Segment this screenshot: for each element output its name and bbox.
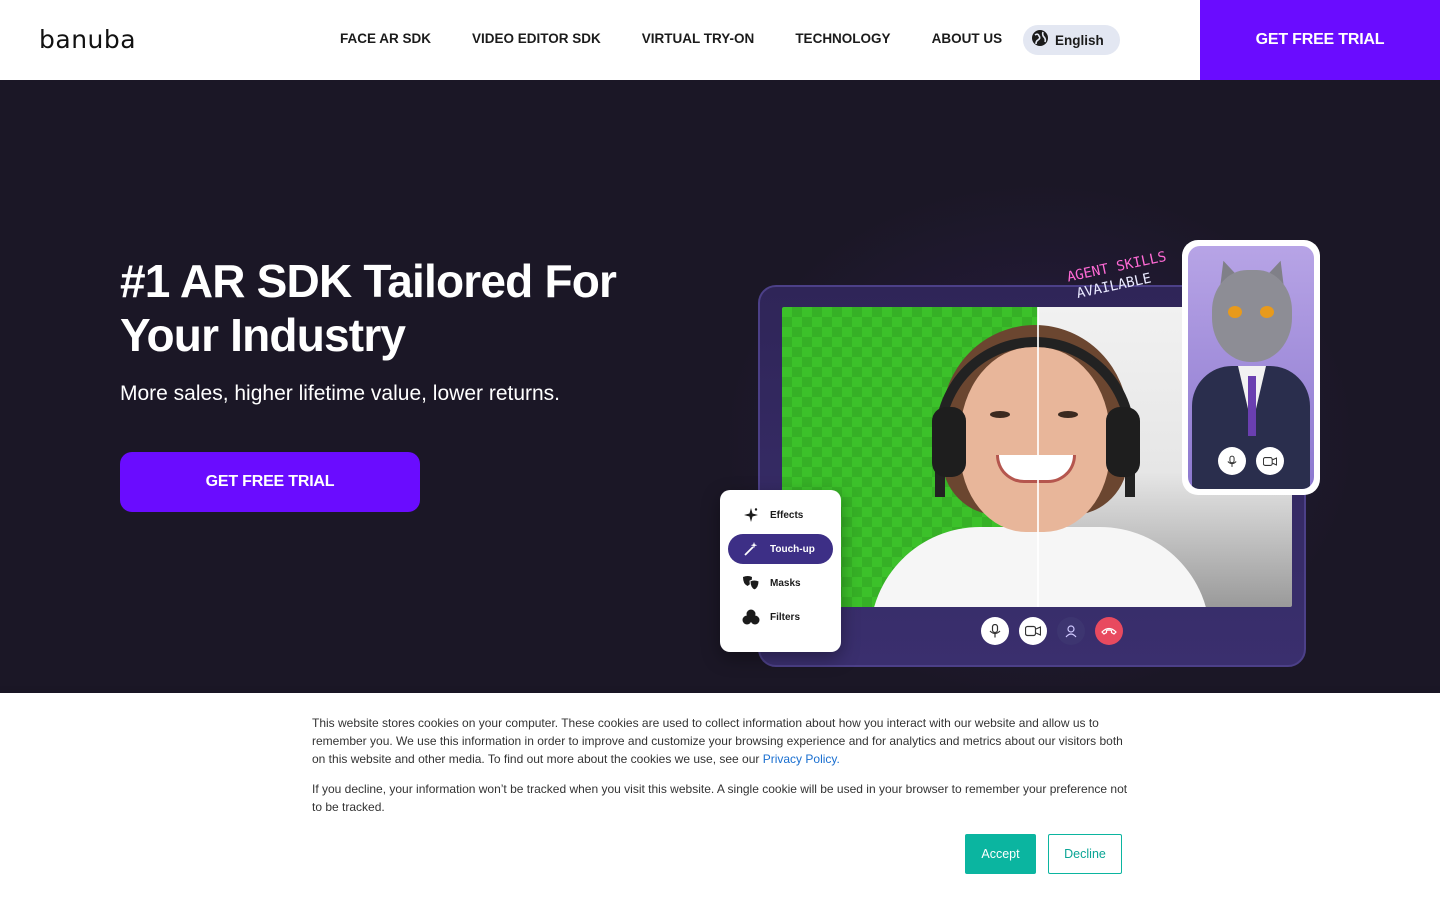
- phone-video-camera-icon[interactable]: [1256, 447, 1284, 475]
- globe-icon: [1031, 29, 1049, 52]
- hero-subtitle: More sales, higher lifetime value, lower…: [120, 382, 561, 405]
- effects-menu: Effects Touch-up Masks Filters: [720, 490, 841, 652]
- accept-cookies-button[interactable]: Accept: [965, 834, 1036, 874]
- filters-label: Filters: [770, 611, 801, 623]
- theater-masks-icon: [742, 574, 760, 592]
- nav-technology[interactable]: TECHNOLOGY: [795, 31, 890, 46]
- masks-label: Masks: [770, 577, 801, 589]
- add-person-icon[interactable]: [1057, 617, 1085, 645]
- banuba-logo[interactable]: banuba: [39, 25, 136, 54]
- nav-about-us[interactable]: ABOUT US: [932, 31, 1003, 46]
- language-label: English: [1055, 32, 1104, 48]
- touch-up-label: Touch-up: [770, 543, 815, 555]
- effects-label: Effects: [770, 509, 804, 521]
- filters-circles-icon: [742, 608, 760, 626]
- sparkle-icon: [742, 506, 760, 524]
- cat-eye-right: [1260, 306, 1274, 318]
- effects-menu-item-filters[interactable]: Filters: [728, 602, 833, 632]
- hero-free-trial-button[interactable]: GET FREE TRIAL: [120, 452, 420, 512]
- hero-title: #1 AR SDK Tailored For Your Industry: [120, 255, 617, 361]
- cat-tie: [1248, 376, 1256, 436]
- phone-microphone-icon[interactable]: [1218, 447, 1246, 475]
- headset-ear-left: [932, 407, 966, 477]
- decline-cookies-button[interactable]: Decline: [1048, 834, 1122, 874]
- cat-head: [1212, 270, 1292, 362]
- header-free-trial-button[interactable]: GET FREE TRIAL: [1200, 0, 1440, 80]
- site-header: banuba FACE AR SDK VIDEO EDITOR SDK VIRT…: [0, 0, 1440, 80]
- effects-menu-item-masks[interactable]: Masks: [728, 568, 833, 598]
- privacy-policy-link[interactable]: Privacy Policy.: [763, 752, 840, 766]
- effects-menu-item-touch-up[interactable]: Touch-up: [728, 534, 833, 564]
- cookie-banner: This website stores cookies on your comp…: [0, 693, 1440, 900]
- cookie-text-2: If you decline, your information won’t b…: [312, 782, 1128, 814]
- magic-wand-icon: [742, 540, 760, 558]
- cookie-text-1: This website stores cookies on your comp…: [312, 714, 1134, 768]
- nav-virtual-try-on[interactable]: VIRTUAL TRY-ON: [642, 31, 755, 46]
- call-controls: [760, 617, 1308, 657]
- cat-eye-left: [1228, 306, 1242, 318]
- video-camera-icon[interactable]: [1019, 617, 1047, 645]
- hero-section: #1 AR SDK Tailored For Your Industry Mor…: [0, 80, 1440, 700]
- main-nav: FACE AR SDK VIDEO EDITOR SDK VIRTUAL TRY…: [340, 31, 1043, 46]
- language-selector[interactable]: English: [1023, 25, 1120, 55]
- before-after-divider: [1037, 307, 1039, 607]
- nav-video-editor-sdk[interactable]: VIDEO EDITOR SDK: [472, 31, 601, 46]
- microphone-icon[interactable]: [981, 617, 1009, 645]
- phone-screen: [1188, 246, 1314, 489]
- nav-face-ar-sdk[interactable]: FACE AR SDK: [340, 31, 431, 46]
- headset-ear-right: [1106, 407, 1140, 477]
- hang-up-icon[interactable]: [1095, 617, 1123, 645]
- cookie-text-1-body: This website stores cookies on your comp…: [312, 716, 1123, 766]
- effects-menu-item-effects[interactable]: Effects: [728, 500, 833, 530]
- phone-call-controls: [1188, 447, 1314, 475]
- phone-mockup: [1182, 240, 1320, 495]
